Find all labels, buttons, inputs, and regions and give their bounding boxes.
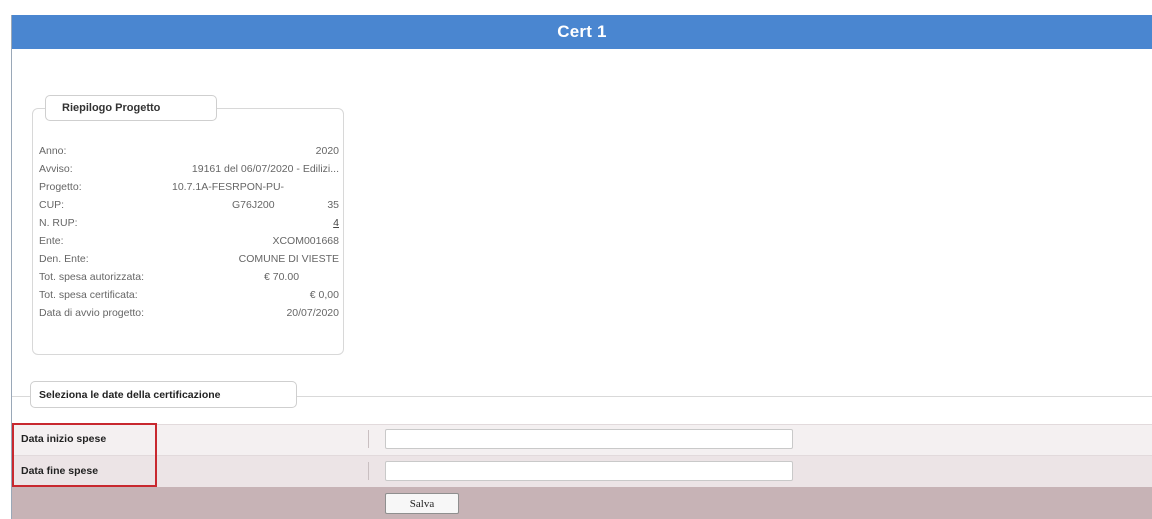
summary-label: Tot. spesa autorizzata: (39, 271, 145, 283)
summary-row-spesa-autorizzata: Tot. spesa autorizzata: € 70.00 (39, 269, 342, 287)
end-date-input[interactable] (385, 461, 793, 481)
summary-row-rup: N. RUP: 4 (39, 215, 342, 233)
summary-row-avviso: Avviso: 19161 del 06/07/2020 - Edilizi..… (39, 161, 342, 179)
column-separator (368, 462, 369, 480)
summary-value: 2020 (315, 145, 339, 157)
end-date-label: Data fine spese (21, 465, 99, 477)
summary-value-extra: 35 (327, 199, 339, 211)
summary-row-den-ente: Den. Ente: COMUNE DI VIESTE (39, 251, 342, 269)
summary-value: 19161 del 06/07/2020 - Edilizi... (191, 163, 339, 175)
summary-row-spesa-certificata: Tot. spesa certificata: € 0,00 (39, 287, 342, 305)
button-bar (12, 487, 1152, 519)
rup-link[interactable]: 4 (333, 217, 339, 229)
summary-value: XCOM001668 (272, 235, 339, 247)
dates-section-title-text: Seleziona le date della certificazione (39, 388, 221, 401)
project-summary-title-text: Riepilogo Progetto (62, 102, 161, 114)
summary-label: CUP: (39, 199, 65, 211)
page-title: Cert 1 (557, 22, 607, 41)
summary-value: € 70.00 (264, 271, 300, 283)
summary-value: G76J200 (232, 199, 275, 211)
summary-label: N. RUP: (39, 217, 78, 229)
summary-value: 20/07/2020 (286, 307, 339, 319)
project-summary-rows: Anno: 2020 Avviso: 19161 del 06/07/2020 … (39, 143, 342, 323)
summary-label: Avviso: (39, 163, 73, 175)
window-top (0, 0, 1152, 10)
column-separator (368, 430, 369, 448)
summary-value: 10.7.1A-FESRPON-PU- (172, 181, 285, 193)
summary-row-progetto: Progetto: 10.7.1A-FESRPON-PU- (39, 179, 342, 197)
summary-label: Ente: (39, 235, 64, 247)
summary-row-anno: Anno: 2020 (39, 143, 342, 161)
summary-row-ente: Ente: XCOM001668 (39, 233, 342, 251)
summary-row-cup: CUP: G76J200 35 (39, 197, 342, 215)
summary-label: Progetto: (39, 181, 82, 193)
save-button[interactable]: Salva (385, 493, 459, 514)
summary-label: Tot. spesa certificata: (39, 289, 138, 301)
summary-row-data-avvio: Data di avvio progetto: 20/07/2020 (39, 305, 342, 323)
start-date-input[interactable] (385, 429, 793, 449)
dates-section-title: Seleziona le date della certificazione (30, 381, 297, 408)
summary-label: Anno: (39, 145, 67, 157)
page-header: Cert 1 (12, 15, 1152, 49)
summary-label: Den. Ente: (39, 253, 89, 265)
start-date-label: Data inizio spese (21, 433, 107, 445)
summary-value: COMUNE DI VIESTE (238, 253, 339, 265)
summary-value: € 0,00 (309, 289, 339, 301)
summary-label: Data di avvio progetto: (39, 307, 145, 319)
project-summary-title: Riepilogo Progetto (45, 95, 217, 121)
